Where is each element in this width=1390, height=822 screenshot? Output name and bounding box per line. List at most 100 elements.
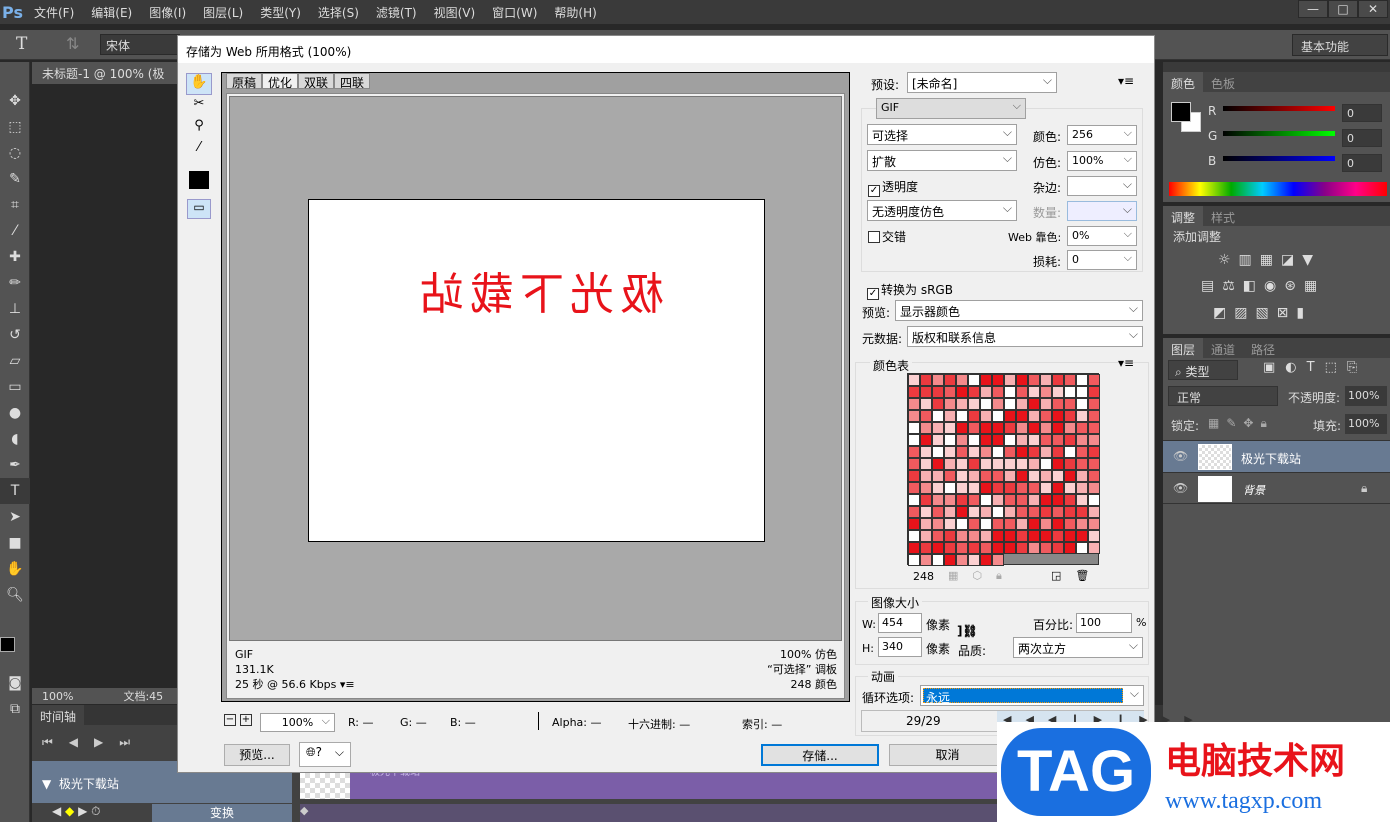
color-swatch[interactable] — [1064, 482, 1076, 494]
color-swatch[interactable] — [944, 530, 956, 542]
dodge-icon[interactable]: ◖ — [0, 426, 30, 452]
type-tool-icon[interactable]: T — [0, 478, 30, 504]
color-swatch[interactable] — [968, 422, 980, 434]
browser-preview-select[interactable]: 🌐︎? ⌵ — [299, 742, 351, 767]
opacity-field[interactable]: 100% — [1345, 386, 1387, 406]
color-swatch[interactable] — [956, 434, 968, 446]
preview-button[interactable]: 预览... — [224, 744, 290, 766]
color-swatch[interactable] — [1004, 458, 1016, 470]
color-swatch[interactable] — [1004, 410, 1016, 422]
color-swatch[interactable] — [1064, 458, 1076, 470]
color-swatch[interactable] — [980, 506, 992, 518]
playback-controls[interactable]: ⏮◀▶⏭ — [42, 735, 146, 750]
color-swatch[interactable] — [908, 482, 920, 494]
menu-edit[interactable]: 编辑(E) — [91, 4, 132, 21]
tab-original[interactable]: 原稿 — [226, 73, 263, 90]
color-swatch[interactable] — [1028, 494, 1040, 506]
save-button[interactable]: 存储... — [761, 744, 879, 766]
color-swatch[interactable] — [920, 458, 932, 470]
b-slider[interactable] — [1223, 156, 1335, 161]
color-swatch[interactable] — [1052, 494, 1064, 506]
eyedropper-color[interactable] — [189, 171, 209, 189]
color-swatch[interactable] — [1064, 506, 1076, 518]
color-swatch[interactable] — [1088, 410, 1100, 422]
color-swatch[interactable] — [992, 530, 1004, 542]
color-swatch[interactable] — [1028, 422, 1040, 434]
color-swatch[interactable] — [944, 482, 956, 494]
healing-icon[interactable]: ✚ — [0, 244, 30, 270]
tab-channels[interactable]: 通道 — [1203, 338, 1243, 361]
move-tool-icon[interactable]: ✥ — [0, 88, 30, 114]
color-swatch[interactable] — [1016, 494, 1028, 506]
eraser-icon[interactable]: ▱ — [0, 348, 30, 374]
color-swatch[interactable] — [968, 458, 980, 470]
color-swatch[interactable] — [908, 386, 920, 398]
color-swatch[interactable] — [968, 482, 980, 494]
color-swatch[interactable] — [1040, 446, 1052, 458]
color-swatch[interactable] — [1004, 398, 1016, 410]
color-swatch[interactable] — [1052, 386, 1064, 398]
color-swatch[interactable] — [992, 422, 1004, 434]
color-swatch[interactable] — [992, 470, 1004, 482]
color-swatch[interactable] — [968, 410, 980, 422]
color-swatch[interactable] — [1052, 398, 1064, 410]
zoom-out-button[interactable]: − — [224, 714, 236, 726]
color-swatch[interactable] — [908, 422, 920, 434]
color-swatch[interactable] — [956, 470, 968, 482]
color-swatch[interactable] — [1040, 398, 1052, 410]
color-swatch[interactable] — [980, 494, 992, 506]
color-swatch[interactable] — [980, 386, 992, 398]
color-swatch[interactable] — [1040, 506, 1052, 518]
color-swatch[interactable] — [968, 470, 980, 482]
color-swatch[interactable] — [1040, 482, 1052, 494]
color-swatch[interactable] — [1064, 494, 1076, 506]
color-swatch[interactable] — [968, 518, 980, 530]
zoom-in-button[interactable]: + — [240, 714, 252, 726]
color-swatch[interactable] — [1028, 542, 1040, 554]
font-select[interactable]: 宋体 — [100, 34, 180, 55]
color-swatch[interactable] — [932, 458, 944, 470]
color-swatch[interactable] — [932, 530, 944, 542]
color-swatch[interactable] — [1016, 386, 1028, 398]
zoom-tool-icon[interactable]: ⚲ — [186, 118, 212, 140]
lock-icons[interactable]: ▦✎✥🔒︎ — [1208, 416, 1274, 431]
tab-color[interactable]: 颜色 — [1163, 72, 1204, 95]
color-swatch[interactable] — [992, 494, 1004, 506]
color-swatch[interactable] — [908, 530, 920, 542]
color-swatch[interactable] — [920, 434, 932, 446]
timeline-track[interactable]: 变换 — [152, 804, 292, 822]
tab-swatches[interactable]: 色板 — [1203, 72, 1243, 95]
toggle-slices-icon[interactable]: ▭ — [187, 199, 211, 219]
color-swatch[interactable] — [1004, 542, 1016, 554]
color-swatch[interactable] — [1040, 470, 1052, 482]
interlaced-checkbox[interactable]: 交错 — [868, 228, 906, 245]
height-field[interactable]: 340 — [878, 637, 922, 657]
cancel-button[interactable]: 取消 — [889, 744, 1006, 766]
color-swatch[interactable] — [1088, 542, 1100, 554]
color-swatch[interactable] — [932, 494, 944, 506]
percent-field[interactable]: 100 — [1076, 613, 1132, 633]
color-swatch[interactable] — [1088, 446, 1100, 458]
color-swatch[interactable] — [1076, 458, 1088, 470]
adjustment-icons-row1[interactable]: ☼▥▦◪▼ — [1218, 252, 1321, 268]
color-swatch[interactable] — [1004, 446, 1016, 458]
color-swatch[interactable] — [968, 398, 980, 410]
color-swatch[interactable] — [968, 554, 980, 566]
g-slider[interactable] — [1223, 131, 1335, 136]
color-swatch[interactable] — [920, 554, 932, 566]
color-swatch[interactable] — [1040, 434, 1052, 446]
color-swatch[interactable] — [956, 374, 968, 386]
color-swatch[interactable] — [920, 518, 932, 530]
menu-layer[interactable]: 图层(L) — [203, 4, 243, 21]
color-swatch[interactable] — [944, 458, 956, 470]
color-swatch[interactable] — [992, 374, 1004, 386]
color-swatch[interactable] — [920, 482, 932, 494]
blur-icon[interactable]: ● — [0, 400, 30, 426]
color-table[interactable] — [907, 373, 1100, 566]
color-swatch[interactable] — [908, 518, 920, 530]
color-swatch[interactable] — [908, 398, 920, 410]
color-swatch[interactable] — [992, 518, 1004, 530]
quick-select-icon[interactable]: ✎ — [0, 166, 30, 192]
color-swatch[interactable] — [980, 530, 992, 542]
color-swatch[interactable] — [932, 398, 944, 410]
